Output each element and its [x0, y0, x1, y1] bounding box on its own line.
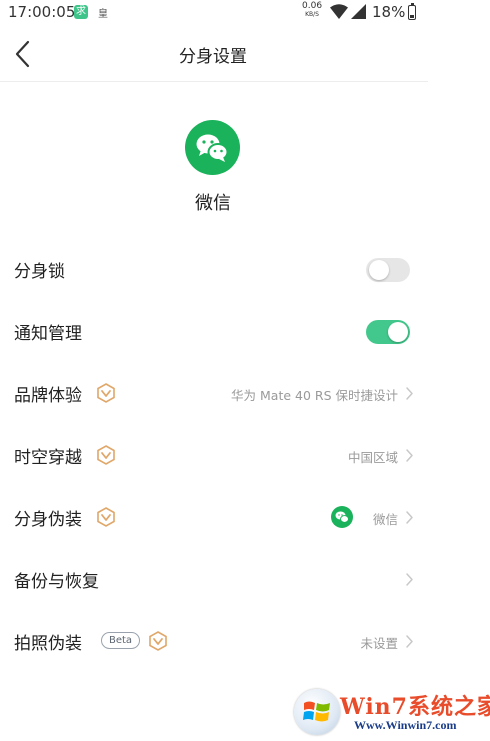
status-time: 17:00:05	[8, 3, 76, 21]
network-speed-unit: KB/S	[305, 11, 319, 18]
right-margin	[428, 26, 490, 741]
network-speed: 0.06 KB/S	[302, 2, 322, 19]
setting-row-app-lock[interactable]: 分身锁	[0, 239, 428, 301]
chevron-right-icon	[406, 387, 413, 400]
setting-row-notification[interactable]: 通知管理	[0, 301, 428, 363]
beta-badge: Beta	[101, 632, 140, 649]
setting-row-camera-disguise[interactable]: 拍照伪装 Beta 未设置	[0, 611, 428, 673]
vip-icon	[97, 383, 115, 403]
battery-icon	[408, 3, 416, 20]
windows-logo-icon	[294, 689, 340, 735]
setting-label: 备份与恢复	[14, 572, 99, 592]
setting-row-backup-restore[interactable]: 备份与恢复	[0, 549, 428, 611]
setting-label: 通知管理	[14, 324, 82, 344]
watermark-url: Www.Winwin7.com	[354, 718, 457, 732]
app-lock-toggle[interactable]	[366, 258, 410, 282]
watermark-title: Win7系统之家	[340, 694, 490, 720]
notification-app-icon: 求	[74, 5, 88, 19]
nav-header: 分身设置	[0, 26, 490, 82]
setting-label: 分身伪装	[14, 510, 82, 530]
setting-label: 分身锁	[14, 262, 65, 282]
notification-app-icon-2: 皇	[98, 9, 108, 20]
vip-icon	[97, 507, 115, 527]
wifi-icon	[330, 4, 348, 19]
chevron-right-icon	[406, 511, 413, 524]
chevron-right-icon	[406, 635, 413, 648]
setting-row-region[interactable]: 时空穿越 中国区域	[0, 425, 428, 487]
chevron-right-icon	[406, 449, 413, 462]
setting-label: 品牌体验	[14, 386, 82, 406]
region-value: 中国区域	[347, 450, 398, 465]
camera-disguise-value: 未设置	[360, 636, 398, 651]
site-watermark: Win7系统之家 Www.Winwin7.com	[290, 685, 490, 741]
disguise-value: 微信	[372, 512, 398, 527]
toggle-knob	[369, 260, 389, 280]
notification-toggle[interactable]	[366, 320, 410, 344]
setting-label: 拍照伪装	[14, 634, 82, 654]
status-bar: 17:00:05 求 皇 0.06 KB/S 18%	[0, 0, 490, 26]
setting-row-brand-experience[interactable]: 品牌体验 华为 Mate 40 RS 保时捷设计	[0, 363, 428, 425]
setting-label: 时空穿越	[14, 448, 82, 468]
chevron-right-icon	[406, 573, 413, 586]
toggle-knob	[388, 322, 408, 342]
vip-icon	[97, 445, 115, 465]
network-speed-value: 0.06	[302, 1, 323, 11]
battery-percent: 18%	[372, 3, 406, 21]
setting-row-disguise[interactable]: 分身伪装 微信	[0, 487, 428, 549]
brand-experience-value: 华为 Mate 40 RS 保时捷设计	[231, 388, 398, 403]
wechat-icon	[185, 120, 240, 175]
vip-icon	[149, 631, 167, 651]
page-title: 分身设置	[179, 47, 247, 67]
header-divider	[0, 81, 428, 82]
wechat-icon	[331, 506, 353, 528]
app-name: 微信	[195, 193, 231, 214]
signal-icon	[351, 4, 366, 19]
